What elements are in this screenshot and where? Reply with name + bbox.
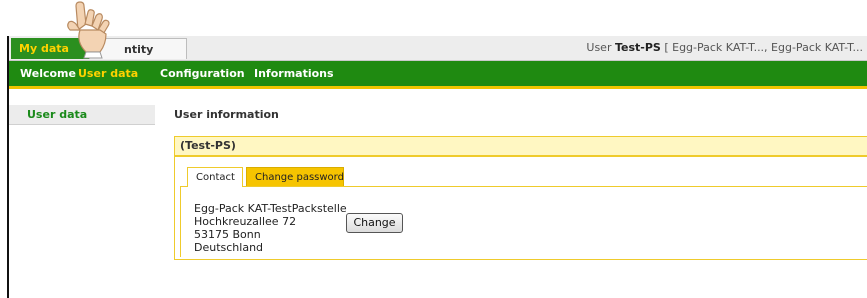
user-status-suffix: [ Egg-Pack KAT-T..., Egg-Pack KAT-T... — [664, 41, 863, 54]
tab-contact[interactable]: Contact — [187, 167, 243, 187]
top-tab-bar: My data ntity Flow User Test-PS [ Egg-Pa… — [9, 36, 867, 77]
main-nav: Welcome User data Configuration Informat… — [9, 61, 867, 89]
nav-item-welcome[interactable]: Welcome — [20, 67, 76, 80]
sidebar-item-user-data[interactable]: User data — [9, 105, 155, 125]
user-info-panel: (Test-PS) Contact Change password Egg-Pa… — [174, 136, 867, 260]
user-status: User Test-PS [ Egg-Pack KAT-T..., Egg-Pa… — [586, 41, 863, 54]
address-line: Hochkreuzallee 72 — [194, 215, 297, 228]
user-status-username: Test-PS — [614, 41, 661, 54]
panel-title: (Test-PS) — [175, 137, 867, 157]
page-title: User information — [174, 108, 279, 121]
address-line: Egg-Pack KAT-TestPackstelle — [194, 202, 347, 215]
address-line: Deutschland — [194, 241, 264, 254]
user-status-prefix: User — [586, 41, 612, 54]
nav-item-informations[interactable]: Informations — [254, 67, 334, 80]
address-line: 53175 Bonn — [194, 228, 261, 241]
app-frame: My data ntity Flow User Test-PS [ Egg-Pa… — [7, 36, 867, 298]
nav-item-user-data[interactable]: User data — [78, 67, 138, 80]
pointing-hand-icon — [67, 1, 110, 59]
contact-address: Egg-Pack KAT-TestPackstelle Hochkreuzall… — [194, 202, 347, 254]
tab-change-password[interactable]: Change password — [246, 167, 344, 187]
change-button[interactable]: Change — [346, 213, 403, 233]
nav-item-configuration[interactable]: Configuration — [160, 67, 245, 80]
